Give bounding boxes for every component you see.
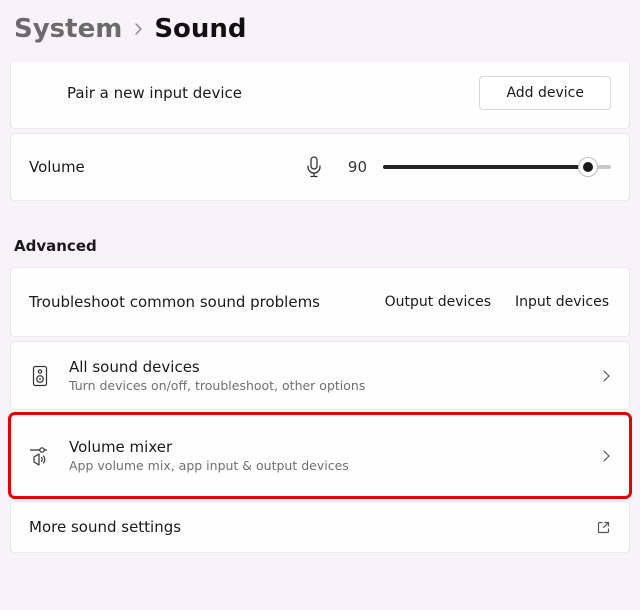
more-sound-settings-row[interactable]: More sound settings [10,501,630,553]
add-device-button[interactable]: Add device [479,76,611,110]
troubleshoot-output-button[interactable]: Output devices [383,290,493,314]
volume-slider[interactable] [383,157,611,177]
input-volume-row: Volume 90 [10,133,630,201]
pair-input-device-row: Pair a new input device Add device [10,62,630,129]
all-sound-devices-row[interactable]: All sound devices Turn devices on/off, t… [10,341,630,410]
advanced-section-heading: Advanced [10,205,630,267]
microphone-icon[interactable] [305,156,323,178]
volume-mixer-subtitle: App volume mix, app input & output devic… [69,458,583,473]
volume-mixer-title: Volume mixer [69,438,583,456]
volume-label: Volume [29,158,85,176]
more-sound-settings-title: More sound settings [29,518,578,536]
volume-value: 90 [339,158,367,176]
breadcrumb-parent[interactable]: System [14,14,122,44]
troubleshoot-title: Troubleshoot common sound problems [29,293,363,311]
all-sound-devices-title: All sound devices [69,358,583,376]
breadcrumb-current: Sound [154,14,246,44]
all-sound-devices-subtitle: Turn devices on/off, troubleshoot, other… [69,378,583,393]
open-external-icon [596,520,611,535]
mixer-icon [29,446,51,466]
volume-mixer-row[interactable]: Volume mixer App volume mix, app input &… [10,414,630,497]
pair-device-label: Pair a new input device [67,84,242,102]
breadcrumb: System Sound [10,0,630,62]
speaker-device-icon [29,365,51,387]
troubleshoot-row: Troubleshoot common sound problems Outpu… [10,267,630,337]
chevron-right-icon [601,369,611,383]
chevron-right-icon [601,449,611,463]
chevron-right-icon [132,23,144,35]
troubleshoot-input-button[interactable]: Input devices [513,290,611,314]
